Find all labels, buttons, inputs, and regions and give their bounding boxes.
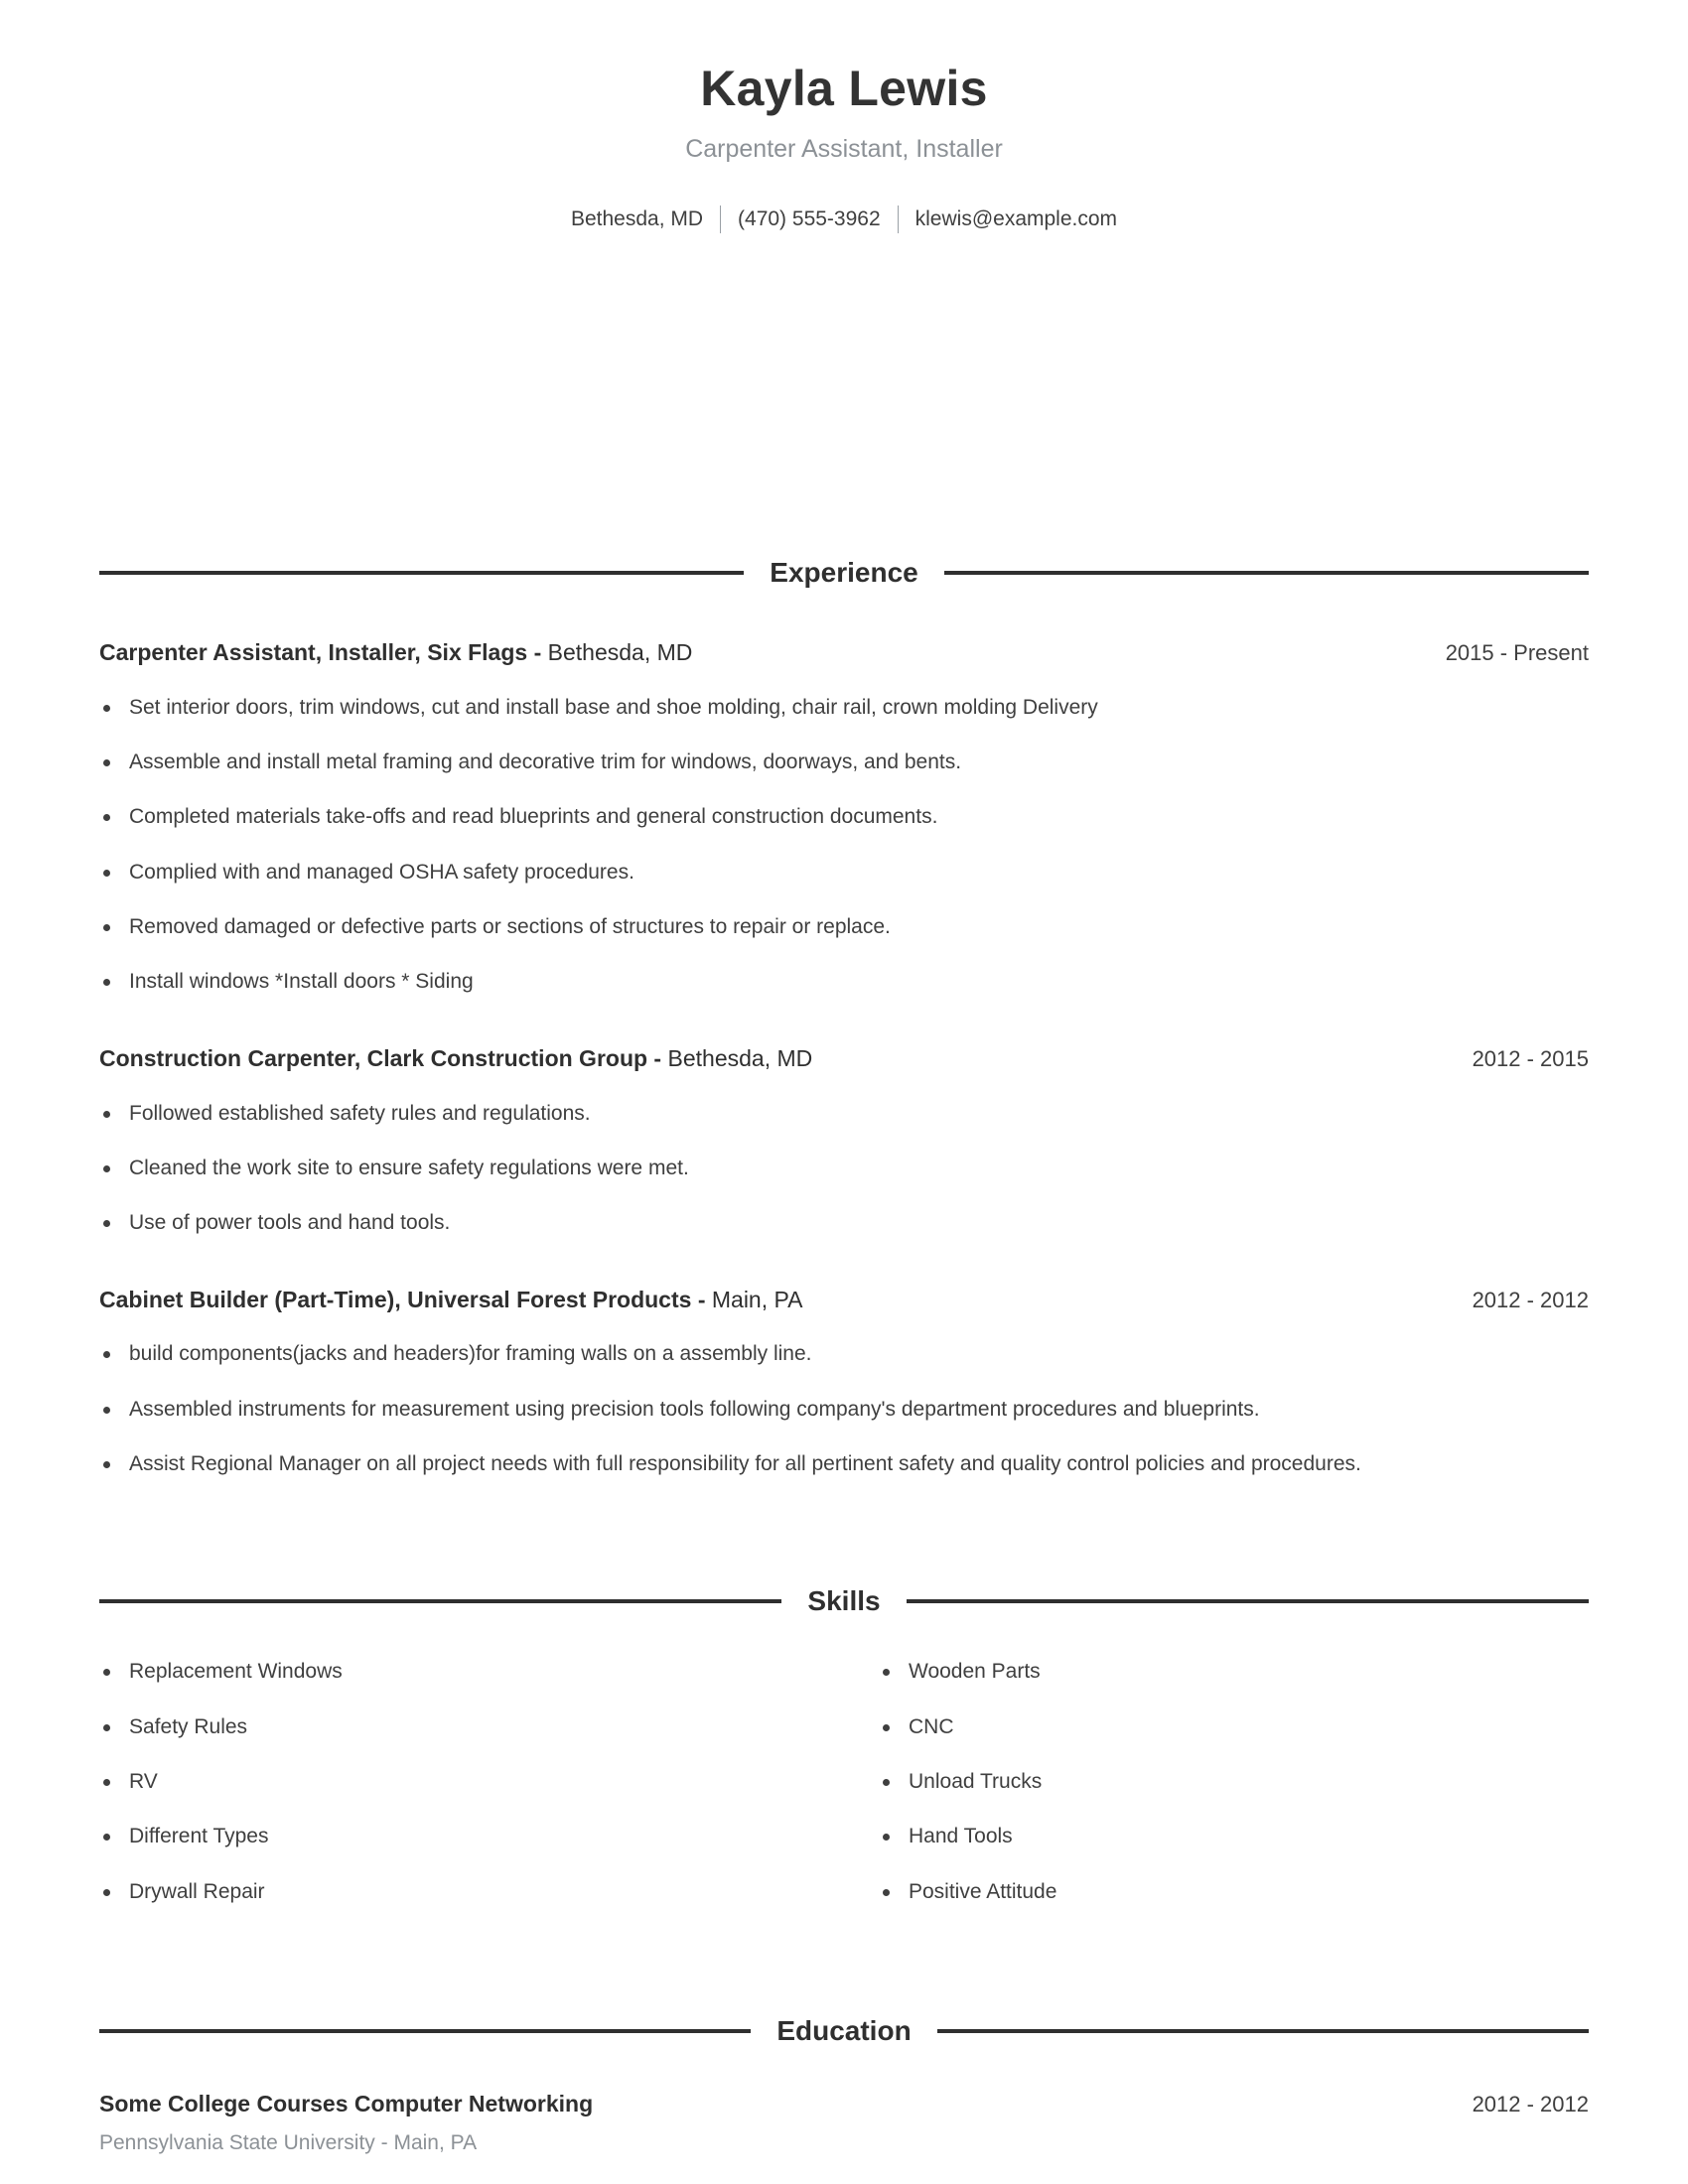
experience-bullet: Followed established safety rules and re… — [99, 1100, 1589, 1128]
experience-bullet: Use of power tools and hand tools. — [99, 1209, 1589, 1237]
experience-bullet: Assist Regional Manager on all project n… — [99, 1450, 1589, 1478]
experience-bullet: Assemble and install metal framing and d… — [99, 749, 1589, 776]
experience-section-header: Experience — [99, 557, 1590, 588]
experience-entry: Carpenter Assistant, Installer, Six Flag… — [99, 638, 1589, 667]
section-rule-right — [943, 571, 1590, 575]
education-entry-header: Some College Courses Computer Networking… — [99, 2090, 1589, 2118]
contact-info: Bethesda, MD (470) 555-3962 klewis@examp… — [99, 205, 1589, 233]
skill-item: Safety Rules — [99, 1713, 844, 1741]
skill-item: Replacement Windows — [99, 1658, 844, 1686]
resume-header: Kayla Lewis Carpenter Assistant, Install… — [99, 0, 1589, 233]
skill-item: Wooden Parts — [879, 1658, 1589, 1686]
experience-location: Bethesda, MD — [667, 1044, 813, 1071]
contact-location: Bethesda, MD — [570, 207, 704, 230]
experience-dates: 2012 - 2012 — [1472, 1287, 1589, 1312]
skills-column-left: Replacement Windows Safety Rules RV Diff… — [99, 1631, 844, 1906]
experience-entry-title: Carpenter Assistant, Installer, Six Flag… — [99, 638, 692, 667]
experience-bullet: Complied with and managed OSHA safety pr… — [99, 859, 1589, 887]
experience-bullet: Set interior doors, trim windows, cut an… — [99, 694, 1589, 722]
skill-item: RV — [99, 1768, 844, 1796]
education-entry: Some College Courses Computer Networking… — [99, 2090, 1589, 2156]
section-rule-left — [99, 571, 745, 575]
skill-item: Hand Tools — [879, 1823, 1589, 1850]
experience-bullet: Removed damaged or defective parts or se… — [99, 913, 1589, 941]
experience-entry-title: Cabinet Builder (Part-Time), Universal F… — [99, 1286, 802, 1314]
skill-item: Positive Attitude — [879, 1878, 1589, 1906]
skill-item: Unload Trucks — [879, 1768, 1589, 1796]
skill-item: Different Types — [99, 1823, 844, 1850]
experience-bullet: Assembled instruments for measurement us… — [99, 1396, 1589, 1424]
experience-dates: 2015 - Present — [1445, 640, 1589, 665]
section-title-experience: Experience — [770, 557, 918, 588]
section-rule-left — [99, 2029, 752, 2034]
experience-bullet: build components(jacks and headers)for f… — [99, 1340, 1589, 1368]
skills-list-right: Wooden Parts CNC Unload Trucks Hand Tool… — [879, 1658, 1589, 1906]
contact-email[interactable]: klewis@example.com — [899, 207, 1134, 231]
education-dates: 2012 - 2012 — [1472, 2092, 1589, 2117]
resume-page: Kayla Lewis Carpenter Assistant, Install… — [0, 0, 1688, 2184]
experience-bullet: Install windows *Install doors * Siding — [99, 968, 1589, 996]
experience-role-company: Cabinet Builder (Part-Time), Universal F… — [99, 1286, 706, 1312]
skill-item: CNC — [879, 1713, 1589, 1741]
skills-column-right: Wooden Parts CNC Unload Trucks Hand Tool… — [844, 1631, 1589, 1906]
skills-grid: Replacement Windows Safety Rules RV Diff… — [99, 1631, 1589, 1906]
section-rule-right — [906, 1599, 1590, 1604]
skill-item: Drywall Repair — [99, 1878, 844, 1906]
experience-role-company: Construction Carpenter, Clark Constructi… — [99, 1044, 662, 1071]
skills-section-header: Skills — [99, 1585, 1590, 1617]
contact-phone[interactable]: (470) 555-3962 — [721, 207, 898, 231]
education-school: Pennsylvania State University - Main, PA — [99, 2130, 478, 2154]
section-rule-right — [936, 2029, 1589, 2034]
section-rule-left — [99, 1599, 782, 1604]
experience-entry: Cabinet Builder (Part-Time), Universal F… — [99, 1286, 1589, 1314]
section-title-skills: Skills — [807, 1585, 881, 1617]
education-section-header: Education — [99, 2017, 1589, 2045]
experience-entry-title: Construction Carpenter, Clark Constructi… — [99, 1044, 812, 1073]
experience-bullet: Cleaned the work site to ensure safety r… — [99, 1155, 1589, 1182]
experience-location: Main, PA — [711, 1286, 803, 1312]
candidate-job-title: Carpenter Assistant, Installer — [685, 135, 1003, 163]
skills-list-left: Replacement Windows Safety Rules RV Diff… — [99, 1658, 844, 1906]
experience-bullet-list: build components(jacks and headers)for f… — [99, 1340, 1589, 1478]
experience-bullet-list: Set interior doors, trim windows, cut an… — [99, 694, 1589, 997]
education-section: Education Some College Courses Computer … — [99, 2017, 1589, 2156]
experience-bullet-list: Followed established safety rules and re… — [99, 1100, 1589, 1238]
skills-section: Skills Replacement Windows Safety Rules … — [99, 1585, 1590, 1906]
experience-section: Experience Carpenter Assistant, Installe… — [99, 557, 1590, 1478]
experience-entry: Construction Carpenter, Clark Constructi… — [99, 1044, 1589, 1073]
candidate-name: Kayla Lewis — [700, 61, 988, 116]
experience-bullet: Completed materials take-offs and read b… — [99, 803, 1589, 831]
education-degree: Some College Courses Computer Networking — [99, 2091, 594, 2117]
experience-dates: 2012 - 2015 — [1472, 1045, 1589, 1071]
experience-location: Bethesda, MD — [547, 639, 693, 665]
section-title-education: Education — [776, 2015, 912, 2047]
experience-role-company: Carpenter Assistant, Installer, Six Flag… — [99, 639, 542, 665]
